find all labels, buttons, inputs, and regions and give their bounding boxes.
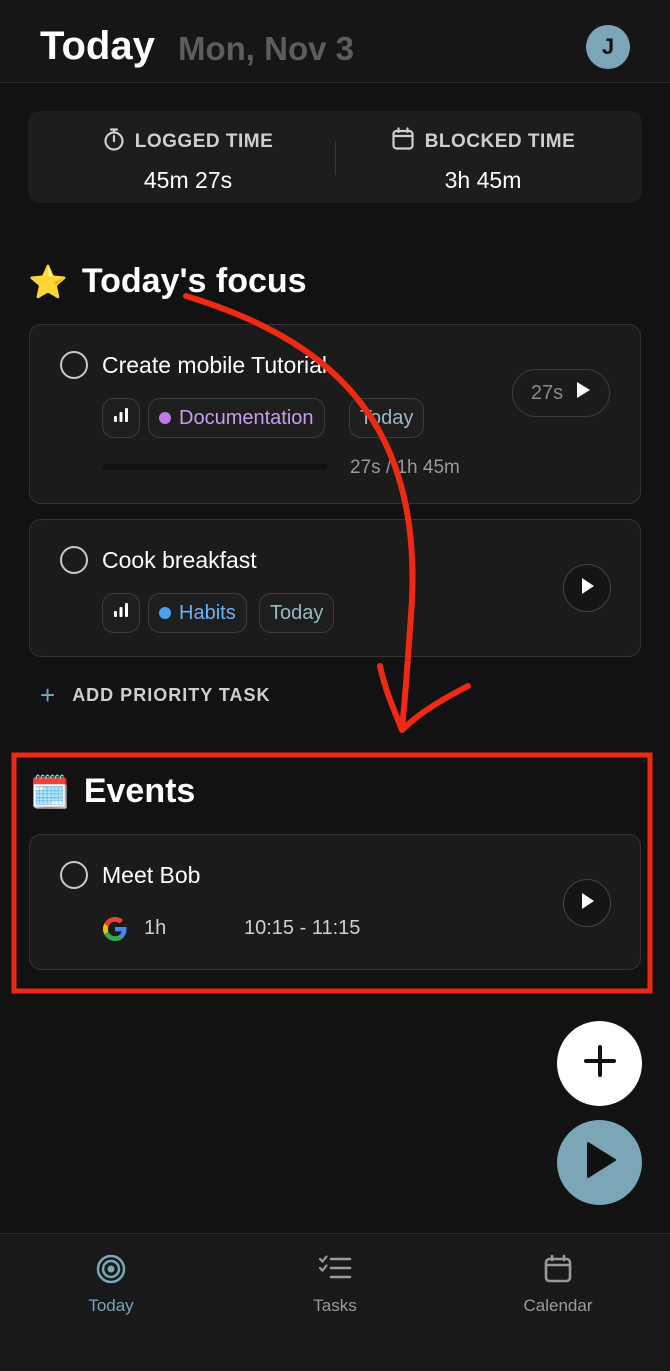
- plus-icon: [582, 1043, 618, 1084]
- logged-time-stat: LOGGED TIME 45m 27s: [88, 127, 288, 194]
- play-button[interactable]: [563, 879, 611, 927]
- project-chip[interactable]: Documentation: [148, 398, 325, 438]
- event-duration: 1h: [144, 917, 167, 939]
- add-priority-task-label: ADD PRIORITY TASK: [72, 685, 271, 705]
- app-root: Today Mon, Nov 3 J LOGGED TIME 45m 27s B…: [0, 0, 670, 1371]
- project-label: Habits: [179, 601, 236, 624]
- play-icon: [575, 381, 591, 405]
- add-priority-task-button[interactable]: + ADD PRIORITY TASK: [40, 680, 271, 711]
- progress-bar: [102, 464, 328, 470]
- play-button[interactable]: [563, 564, 611, 612]
- due-chip[interactable]: Today: [349, 398, 425, 438]
- project-dot: [159, 607, 171, 619]
- progress-text: 27s / 1h 45m: [350, 457, 460, 478]
- star-icon: ⭐: [28, 263, 68, 300]
- calendar-icon: [391, 127, 415, 157]
- priority-chip[interactable]: [102, 593, 140, 633]
- complete-checkbox[interactable]: [60, 351, 88, 379]
- plus-icon: +: [40, 680, 57, 710]
- nav-today-label: Today: [88, 1296, 134, 1315]
- event-title[interactable]: Meet Bob: [102, 862, 200, 889]
- current-date[interactable]: Mon, Nov 3: [178, 30, 354, 68]
- event-time-range: 10:15 - 11:15: [244, 917, 361, 939]
- priority-bars-icon: [112, 601, 130, 625]
- blocked-time-value: 3h 45m: [444, 167, 522, 193]
- time-stats-panel: LOGGED TIME 45m 27s BLOCKED TIME 3h 45m: [28, 111, 642, 203]
- complete-checkbox[interactable]: [60, 546, 88, 574]
- events-heading-text: Events: [83, 772, 196, 810]
- nav-today[interactable]: Today: [41, 1252, 181, 1316]
- event-card[interactable]: Meet Bob 1h 10:15 - 11:15: [29, 834, 641, 970]
- bottom-navigation: Today Tasks Calendar: [0, 1233, 670, 1371]
- blocked-time-stat: BLOCKED TIME 3h 45m: [368, 127, 598, 194]
- spiral-calendar-icon: 🗓️: [30, 773, 70, 810]
- focus-heading-text: Today's focus: [81, 262, 307, 300]
- blocked-time-label: BLOCKED TIME: [424, 131, 576, 152]
- play-icon: [579, 577, 595, 600]
- task-title[interactable]: Create mobile Tutorial: [102, 352, 327, 379]
- complete-checkbox[interactable]: [60, 861, 88, 889]
- project-chip[interactable]: Habits: [148, 593, 247, 633]
- google-icon: [102, 916, 128, 947]
- page-title: Today: [40, 24, 155, 68]
- logged-time-value: 45m 27s: [143, 167, 233, 193]
- top-header: Today Mon, Nov 3 J: [0, 0, 670, 83]
- play-icon: [579, 892, 595, 915]
- avatar[interactable]: J: [586, 25, 630, 69]
- nav-calendar[interactable]: Calendar: [488, 1252, 628, 1316]
- priority-bars-icon: [112, 406, 130, 430]
- nav-calendar-label: Calendar: [523, 1296, 593, 1315]
- logged-time-label: LOGGED TIME: [134, 131, 274, 152]
- timer-elapsed: 27s: [530, 381, 564, 404]
- play-icon: [582, 1140, 618, 1185]
- focus-heading: ⭐ Today's focus: [28, 262, 307, 301]
- stopwatch-icon: [103, 127, 125, 157]
- due-chip[interactable]: Today: [259, 593, 335, 633]
- task-title[interactable]: Cook breakfast: [102, 547, 257, 574]
- timer-button[interactable]: 27s: [512, 369, 610, 417]
- calendar-icon: [488, 1252, 628, 1286]
- events-heading: 🗓️ Events: [30, 772, 195, 811]
- checklist-icon: [265, 1252, 405, 1286]
- nav-tasks-label: Tasks: [313, 1296, 357, 1315]
- task-card[interactable]: Create mobile Tutorial Documentation Tod…: [29, 324, 641, 504]
- add-button[interactable]: [557, 1021, 642, 1106]
- stats-divider: [335, 141, 336, 175]
- target-icon: [41, 1252, 181, 1286]
- project-label: Documentation: [179, 406, 314, 429]
- annotation-arrowhead: [377, 663, 471, 733]
- priority-chip[interactable]: [102, 398, 140, 438]
- project-dot: [159, 412, 171, 424]
- start-timer-button[interactable]: [557, 1120, 642, 1205]
- task-card[interactable]: Cook breakfast Habits Today: [29, 519, 641, 657]
- nav-tasks[interactable]: Tasks: [265, 1252, 405, 1316]
